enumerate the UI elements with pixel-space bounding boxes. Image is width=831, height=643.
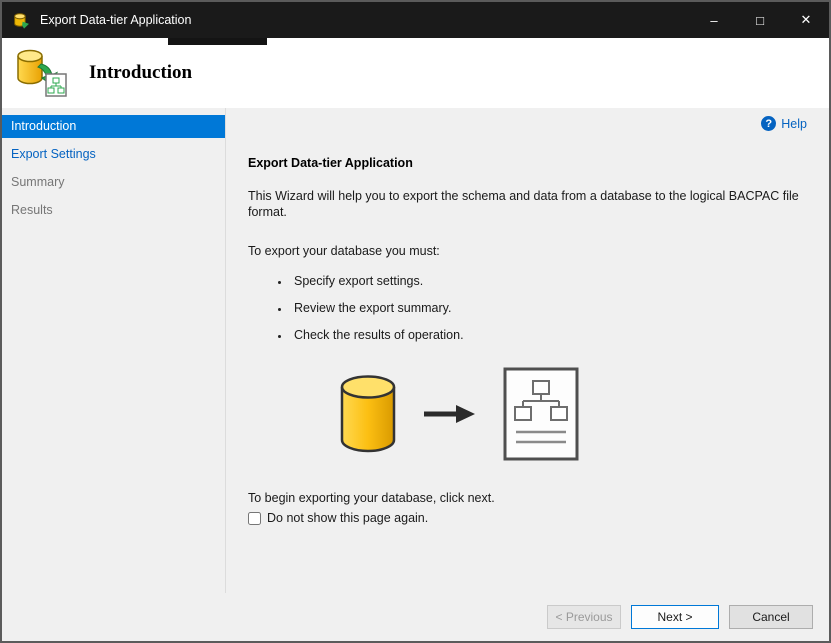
database-cylinder-icon xyxy=(338,374,398,457)
export-data-tier-wizard-window: Export Data-tier Application – □ ✕ Intro… xyxy=(0,0,831,643)
screenshot-artifact-strip xyxy=(168,38,267,45)
help-label: Help xyxy=(781,116,807,131)
bacpac-file-icon xyxy=(502,366,580,465)
sidebar-item-introduction[interactable]: Introduction xyxy=(2,115,225,138)
wizard-body: Introduction Export Settings Summary Res… xyxy=(2,108,829,593)
maximize-button[interactable]: □ xyxy=(737,2,783,38)
intro-text: This Wizard will help you to export the … xyxy=(248,189,799,219)
dont-show-again-checkbox[interactable] xyxy=(248,511,261,525)
page-title: Introduction xyxy=(89,62,193,83)
title-bar: Export Data-tier Application – □ ✕ xyxy=(2,2,829,38)
window-title: Export Data-tier Application xyxy=(40,13,192,27)
list-item: Check the results of operation. xyxy=(290,328,809,342)
sidebar-item-results: Results xyxy=(11,203,53,217)
dont-show-again-row[interactable]: Do not show this page again. xyxy=(248,511,809,525)
help-link[interactable]: ? Help xyxy=(761,116,807,131)
checkbox-label: Do not show this page again. xyxy=(267,511,429,525)
app-database-export-icon xyxy=(13,12,30,29)
previous-button[interactable]: < Previous xyxy=(547,605,621,629)
sidebar-item-export-settings[interactable]: Export Settings xyxy=(2,143,225,166)
minimize-button[interactable]: – xyxy=(691,2,737,38)
cancel-button[interactable]: Cancel xyxy=(729,605,813,629)
export-illustration xyxy=(338,366,580,465)
wizard-steps-sidebar: Introduction Export Settings Summary Res… xyxy=(2,108,226,593)
content-heading: Export Data-tier Application xyxy=(248,156,413,170)
next-button[interactable]: Next > xyxy=(631,605,719,629)
wizard-header: Introduction xyxy=(2,38,829,108)
requirements-list: Specify export settings. Review the expo… xyxy=(248,274,809,342)
help-icon: ? xyxy=(761,116,777,131)
list-item: Review the export summary. xyxy=(290,301,809,315)
window-controls: – □ ✕ xyxy=(691,2,829,38)
database-export-icon xyxy=(15,48,69,98)
footer-note: To begin exporting your database, click … xyxy=(248,491,495,505)
sidebar-item-summary: Summary xyxy=(11,175,65,189)
list-item: Specify export settings. xyxy=(290,274,809,288)
wizard-content: ? Help Export Data-tier Application This… xyxy=(226,108,829,593)
requirements-lead: To export your database you must: xyxy=(248,244,440,258)
close-button[interactable]: ✕ xyxy=(783,2,829,38)
right-arrow-icon xyxy=(424,404,476,427)
wizard-footer: < Previous Next > Cancel xyxy=(2,593,829,641)
